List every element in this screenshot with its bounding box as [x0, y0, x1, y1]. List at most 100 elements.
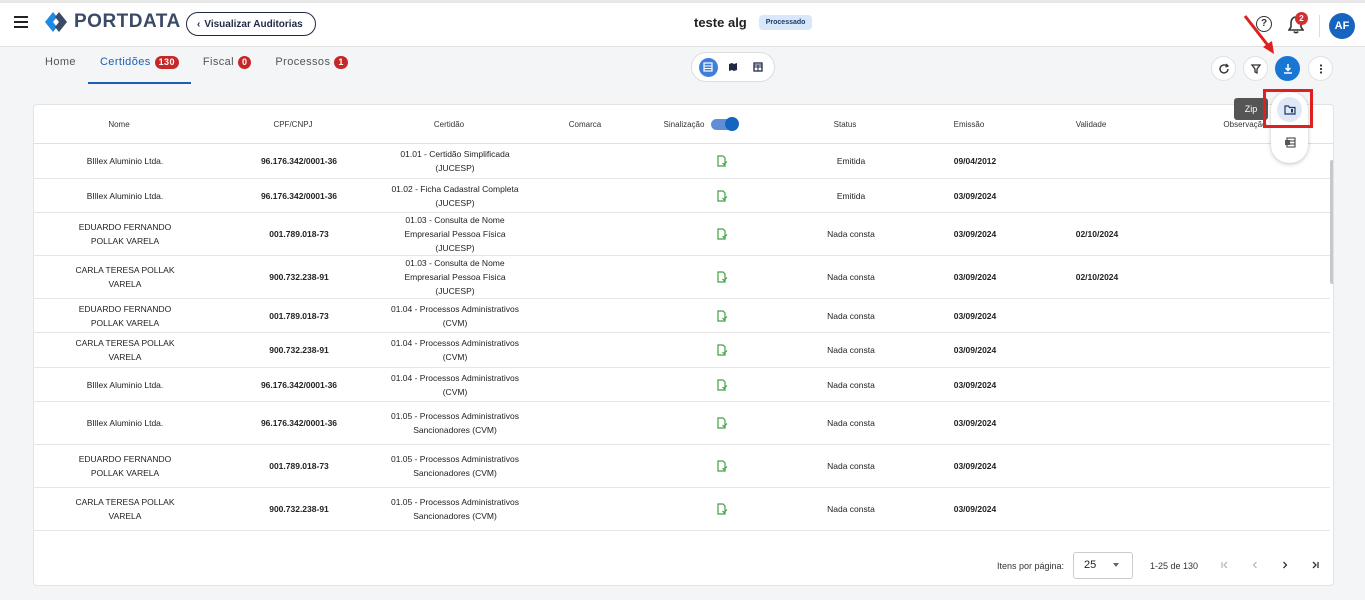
download-excel-option[interactable]: [1277, 130, 1302, 155]
cell-cpf-cnpj: 001.789.018-73: [269, 229, 329, 239]
cell-cpf-cnpj: 96.176.342/0001-36: [260, 156, 338, 166]
next-page-button[interactable]: [1277, 557, 1293, 573]
cell-certidao: 01.05 - Processos Administrativos Sancio…: [390, 497, 520, 521]
tab-certidoes[interactable]: Certidões 130: [87, 56, 191, 84]
column-header-observacao[interactable]: Observação: [1223, 120, 1266, 129]
list-view-button[interactable]: [698, 57, 718, 77]
document-check-icon[interactable]: [716, 378, 728, 391]
view-audits-label: Visualizar Auditorias: [204, 18, 303, 30]
column-header-certidao[interactable]: Certidão: [434, 120, 464, 129]
filter-icon: [1250, 63, 1261, 74]
prev-page-button[interactable]: [1247, 557, 1263, 573]
cell-emissao: 03/09/2024: [953, 310, 997, 321]
pagination-bar: Itens por página: 25 1-25 de 130: [34, 544, 1333, 585]
table-header: Nome CPF/CNPJ Certidão Comarca Sinalizaç…: [34, 105, 1333, 144]
items-per-page-select[interactable]: 25: [1073, 552, 1133, 579]
cell-emissao: 03/09/2024: [953, 229, 997, 239]
column-header-status[interactable]: Status: [834, 120, 857, 129]
document-check-icon[interactable]: [716, 460, 728, 472]
cell-emissao: 03/09/2024: [953, 379, 997, 390]
tab-home[interactable]: Home: [33, 56, 88, 84]
cell-status: Nada consta: [827, 418, 875, 428]
tab-count-badge: 0: [237, 56, 252, 69]
view-mode-toggle: [691, 52, 775, 82]
document-check-icon[interactable]: [716, 155, 728, 167]
scrollbar-thumb[interactable]: [1330, 160, 1333, 284]
table-row[interactable]: CARLA TERESA POLLAK VARELA 900.732.238-91…: [34, 333, 1330, 368]
table-row[interactable]: BIllex Aluminio Ltda. 96.176.342/0001-36 0…: [34, 402, 1330, 445]
cell-nome: CARLA TERESA POLLAK VARELA: [75, 265, 175, 289]
table-row[interactable]: EDUARDO FERNANDO POLLAK VARELA 001.789.01…: [34, 299, 1330, 333]
table-row[interactable]: EDUARDO FERNANDO POLLAK VARELA 001.789.01…: [34, 445, 1330, 488]
cell-emissao: 09/04/2012: [953, 156, 997, 166]
document-check-icon[interactable]: [716, 417, 728, 429]
cell-nome: BIllex Aluminio Ltda.: [86, 379, 164, 390]
cell-status: Nada consta: [827, 310, 875, 321]
portdata-logo-icon: [45, 12, 67, 32]
table-row[interactable]: BIllex Aluminio Ltda. 96.176.342/0001-36 0…: [34, 368, 1330, 402]
cell-certidao: 01.03 - Consulta de Nome Empresarial Pes…: [404, 258, 506, 296]
cell-status: Nada consta: [827, 379, 875, 390]
cell-cpf-cnpj: 900.732.238-91: [269, 272, 329, 282]
more-options-button[interactable]: [1308, 56, 1333, 81]
cell-status: Nada consta: [827, 345, 875, 355]
cell-status: Nada consta: [827, 504, 875, 514]
document-check-icon[interactable]: [716, 271, 728, 283]
document-check-icon[interactable]: [716, 189, 728, 202]
document-check-icon[interactable]: [716, 503, 728, 515]
table-row[interactable]: 01.06 - Cadastro Nacional de: [34, 531, 1330, 544]
cell-nome: BIllex Aluminio Ltda.: [86, 190, 164, 201]
tab-fiscal[interactable]: Fiscal 0: [191, 56, 264, 84]
table-row[interactable]: BIllex Aluminio Ltda. 96.176.342/0001-36 0…: [34, 144, 1330, 179]
excel-icon: [1284, 137, 1295, 148]
column-header-comarca[interactable]: Comarca: [569, 120, 601, 129]
signal-toggle[interactable]: [711, 117, 739, 131]
cell-nome: CARLA TERESA POLLAK VARELA: [75, 338, 175, 362]
table-scrollbar[interactable]: [1330, 144, 1333, 544]
column-header-validade[interactable]: Validade: [1076, 120, 1107, 129]
download-button[interactable]: [1275, 56, 1300, 81]
chevron-right-icon: [1283, 561, 1288, 569]
cell-nome: BIllex Aluminio Ltda.: [86, 418, 164, 428]
filter-button[interactable]: [1243, 56, 1268, 81]
tab-count-badge: 1: [334, 56, 348, 69]
cell-emissao: 03/09/2024: [953, 190, 997, 201]
cell-validade: 02/10/2024: [1075, 229, 1119, 239]
first-page-button[interactable]: [1217, 557, 1233, 573]
cell-certidao: 01.03 - Consulta de Nome Empresarial Pes…: [404, 215, 506, 253]
column-header-nome[interactable]: Nome: [108, 120, 129, 129]
items-per-page-label: Itens por página:: [997, 561, 1065, 571]
document-check-icon[interactable]: [716, 344, 728, 356]
cell-certidao: 01.04 - Processos Administrativos (CVM): [390, 372, 520, 397]
last-page-button[interactable]: [1307, 557, 1323, 573]
table-row[interactable]: CARLA TERESA POLLAK VARELA 900.732.238-91…: [34, 256, 1330, 299]
document-check-icon[interactable]: [716, 228, 728, 240]
avatar[interactable]: AF: [1329, 13, 1355, 39]
map-icon: [729, 63, 737, 71]
refresh-icon: [1218, 63, 1229, 74]
cell-nome: BIllex Aluminio Ltda.: [86, 156, 164, 166]
cell-status: Emitida: [836, 156, 866, 166]
cell-cpf-cnpj: 900.732.238-91: [269, 345, 329, 355]
cell-emissao: 03/09/2024: [953, 461, 997, 471]
column-header-emissao[interactable]: Emissão: [954, 120, 985, 129]
table-row[interactable]: BIllex Aluminio Ltda. 96.176.342/0001-36 0…: [34, 179, 1330, 213]
cell-certidao: 01.01 - Certidão Simplificada (JUCESP): [400, 149, 510, 173]
map-view-button[interactable]: [724, 58, 743, 77]
download-icon: [1283, 63, 1292, 74]
document-check-icon[interactable]: [716, 309, 728, 322]
cell-certidao: 01.04 - Processos Administrativos (CVM): [390, 338, 520, 362]
cell-certidao: 01.02 - Ficha Cadastral Completa (JUCESP…: [391, 183, 519, 208]
grid-view-button[interactable]: [749, 58, 768, 77]
cell-emissao: 03/09/2024: [953, 504, 997, 514]
refresh-button[interactable]: [1211, 56, 1236, 81]
tab-processos[interactable]: Processos 1: [263, 56, 359, 84]
view-audits-button[interactable]: ‹ Visualizar Auditorias: [186, 12, 316, 36]
cell-status: Emitida: [836, 190, 866, 201]
table-grid-icon: [753, 62, 763, 72]
table-row[interactable]: CARLA TERESA POLLAK VARELA 900.732.238-91…: [34, 488, 1330, 531]
menu-icon[interactable]: [14, 16, 28, 28]
table-row[interactable]: EDUARDO FERNANDO POLLAK VARELA 001.789.01…: [34, 213, 1330, 256]
column-header-cpf[interactable]: CPF/CNPJ: [273, 120, 312, 129]
cell-status: Nada consta: [827, 229, 875, 239]
